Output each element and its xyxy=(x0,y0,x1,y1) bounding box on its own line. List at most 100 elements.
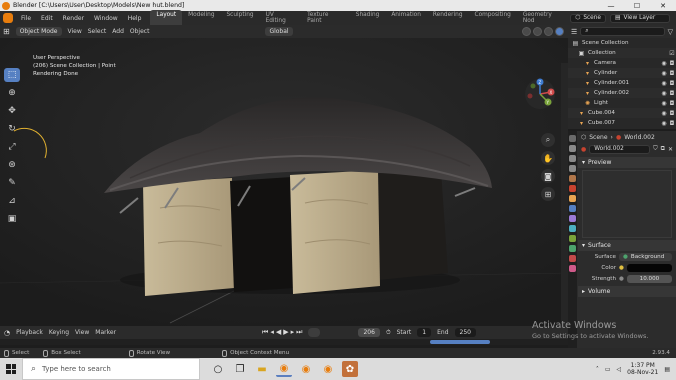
tab-rendering[interactable]: Rendering xyxy=(427,10,469,26)
world-name-field[interactable]: World.002 xyxy=(589,144,651,154)
3d-viewport[interactable]: ⊞ Object Mode View Select Add Object Glo… xyxy=(0,25,568,326)
render-camera-icon[interactable]: ◘ xyxy=(668,60,676,67)
render-camera-icon[interactable]: ◘ xyxy=(668,100,676,107)
outliner-editor-icon[interactable]: ☰ xyxy=(571,28,577,36)
network-icon[interactable]: ▭ xyxy=(605,366,611,373)
render-camera-icon[interactable]: ◘ xyxy=(668,110,676,117)
scene-selector[interactable]: ⬡ Scene xyxy=(570,13,606,23)
menu-object[interactable]: Object xyxy=(130,28,150,35)
menu-render[interactable]: Render xyxy=(58,15,89,22)
minimize-button[interactable]: — xyxy=(598,2,624,10)
tool-tab-icon[interactable] xyxy=(569,135,576,142)
fake-user-icon[interactable]: ⛉ xyxy=(653,145,658,153)
close-button[interactable]: ✕ xyxy=(650,2,676,10)
orientation-dropdown[interactable]: Global xyxy=(265,27,293,36)
app-taskbar-icon[interactable]: ✿ xyxy=(342,361,358,377)
timeline-keying-menu[interactable]: Keying xyxy=(49,329,69,336)
visibility-eye-icon[interactable]: ◉ xyxy=(660,60,668,67)
timeline-marker-menu[interactable]: Marker xyxy=(95,329,116,336)
physics-tab-icon[interactable] xyxy=(569,225,576,232)
timeline-range-bar[interactable] xyxy=(430,340,490,344)
volume-icon[interactable]: ◁ xyxy=(617,366,622,373)
solid-shading-button[interactable] xyxy=(533,27,542,36)
blender-taskbar-icon-3[interactable]: ◉ xyxy=(320,361,336,377)
tab-texture-paint[interactable]: Texture Paint xyxy=(301,10,350,26)
measure-tool-icon[interactable]: ⊿ xyxy=(4,194,20,208)
outliner-row-cylinder-002[interactable]: ▾ Cylinder.002 ◉ ◘ xyxy=(568,88,676,98)
checkbox-icon[interactable]: ☑ xyxy=(668,50,676,57)
menu-view[interactable]: View xyxy=(68,28,82,35)
menu-add[interactable]: Add xyxy=(112,28,124,35)
zoom-icon[interactable]: ⌕ xyxy=(541,133,555,147)
timeline-scrubber[interactable] xyxy=(0,339,568,345)
texture-tab-icon[interactable] xyxy=(569,265,576,272)
task-view-icon[interactable]: ❐ xyxy=(232,361,248,377)
play-reverse-icon[interactable]: ◀ xyxy=(276,328,281,337)
next-keyframe-icon[interactable]: ▸ xyxy=(291,328,295,337)
surface-panel-header[interactable]: ▾ Surface xyxy=(578,240,676,251)
surface-shader-selector[interactable]: ● Background xyxy=(619,252,672,261)
play-icon[interactable]: ▶ xyxy=(283,328,288,337)
end-frame-field[interactable]: 250 xyxy=(454,328,476,337)
current-frame-field[interactable]: 206 xyxy=(358,328,380,337)
strength-socket-icon[interactable]: ● xyxy=(619,276,624,282)
cursor-tool-icon[interactable]: ⊕ xyxy=(4,86,20,100)
data-tab-icon[interactable] xyxy=(569,245,576,252)
render-camera-icon[interactable]: ◘ xyxy=(668,90,676,97)
jump-start-icon[interactable]: ⏮ xyxy=(262,328,268,337)
taskbar-clock[interactable]: 1:37 PM 08-Nov-21 xyxy=(627,362,658,376)
outliner-row-cube-004[interactable]: ▾ Cube.004 ◉ ◘ xyxy=(568,108,676,118)
camera-view-icon[interactable]: ◙ xyxy=(541,169,555,183)
timeline-editor-icon[interactable]: ◔ xyxy=(4,329,10,337)
render-tab-icon[interactable] xyxy=(569,145,576,152)
notifications-icon[interactable]: ▤ xyxy=(664,366,670,373)
render-camera-icon[interactable]: ◘ xyxy=(668,70,676,77)
menu-help[interactable]: Help xyxy=(123,15,147,22)
pan-hand-icon[interactable]: ✋ xyxy=(541,151,555,165)
scene-tab-icon[interactable] xyxy=(569,175,576,182)
editor-type-icon[interactable]: ⊞ xyxy=(3,27,10,36)
annotate-tool-icon[interactable]: ✎ xyxy=(4,176,20,190)
taskbar-search-box[interactable]: ⌕ Type here to search xyxy=(22,358,200,380)
tab-animation[interactable]: Animation xyxy=(385,10,427,26)
view-layer-selector[interactable]: ▤ View Layer xyxy=(610,13,670,23)
outliner-search-input[interactable]: ⌕ xyxy=(580,27,665,36)
color-swatch[interactable] xyxy=(626,263,672,272)
strength-input[interactable]: 10.000 xyxy=(626,274,672,283)
menu-window[interactable]: Window xyxy=(89,15,123,22)
render-camera-icon[interactable]: ◘ xyxy=(668,80,676,87)
blender-taskbar-icon[interactable]: ◉ xyxy=(276,361,292,377)
rotate-tool-icon[interactable]: ↻ xyxy=(4,122,20,136)
ortho-grid-icon[interactable]: ⊞ xyxy=(541,187,555,201)
new-world-icon[interactable]: ⧉ xyxy=(661,145,665,153)
maximize-button[interactable]: ☐ xyxy=(624,2,650,10)
start-frame-field[interactable]: 1 xyxy=(417,328,432,337)
outliner-row-collection[interactable]: ▣ Collection ☑ xyxy=(568,48,676,58)
transform-tool-icon[interactable]: ⊛ xyxy=(4,158,20,172)
prev-keyframe-icon[interactable]: ◂ xyxy=(270,328,274,337)
world-tab-icon[interactable] xyxy=(569,185,576,192)
cortana-icon[interactable]: ○ xyxy=(210,361,226,377)
outliner-root-row[interactable]: ▤ Scene Collection xyxy=(568,38,676,48)
visibility-eye-icon[interactable]: ◉ xyxy=(660,100,668,107)
outliner-row-light[interactable]: ✺ Light ◉ ◘ xyxy=(568,98,676,108)
particles-tab-icon[interactable] xyxy=(569,215,576,222)
mode-dropdown[interactable]: Object Mode xyxy=(15,27,62,36)
move-tool-icon[interactable]: ✥ xyxy=(4,104,20,118)
blender-taskbar-icon-2[interactable]: ◉ xyxy=(298,361,314,377)
output-tab-icon[interactable] xyxy=(569,155,576,162)
blender-menu-icon[interactable] xyxy=(3,13,13,23)
modifier-tab-icon[interactable] xyxy=(569,205,576,212)
menu-file[interactable]: File xyxy=(16,15,36,22)
rendered-shading-button[interactable] xyxy=(555,27,564,36)
tab-layout[interactable]: Layout xyxy=(150,10,183,26)
navigation-gizmo[interactable]: X Y Z xyxy=(524,78,556,112)
tab-geometry-nodes[interactable]: Geometry Nod xyxy=(517,10,570,26)
tab-shading[interactable]: Shading xyxy=(350,10,386,26)
tab-compositing[interactable]: Compositing xyxy=(469,10,517,26)
menu-edit[interactable]: Edit xyxy=(36,15,58,22)
unlink-world-icon[interactable]: ✕ xyxy=(668,146,673,153)
timeline-playback-menu[interactable]: Playback xyxy=(16,329,43,336)
outliner-row-cylinder[interactable]: ▾ Cylinder ◉ ◘ xyxy=(568,68,676,78)
filter-icon[interactable]: ▽ xyxy=(668,28,673,36)
